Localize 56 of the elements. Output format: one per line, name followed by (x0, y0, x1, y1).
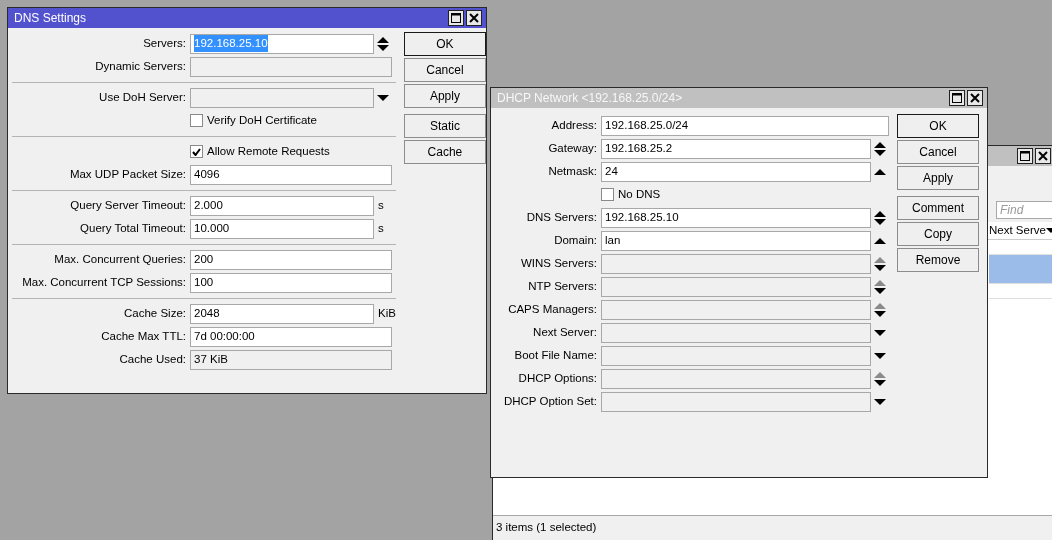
unit-label: s (377, 197, 384, 213)
field-label: Servers: (142, 35, 187, 51)
text-field[interactable]: 192.168.25.10 (601, 207, 871, 228)
dialog-button[interactable]: Copy (897, 222, 979, 246)
checkbox-label: Allow Remote Requests (207, 143, 330, 159)
dialog-button[interactable]: Apply (897, 166, 979, 190)
dialog-button[interactable]: Apply (403, 84, 486, 108)
search-field[interactable]: Find (996, 201, 1052, 219)
field-label: Max. Concurrent TCP Sessions: (21, 274, 187, 290)
field-label: Query Server Timeout: (69, 197, 187, 213)
checkbox-label: No DNS (618, 186, 661, 202)
dialog-button[interactable]: Cancel (403, 58, 486, 82)
field-label: WINS Servers: (519, 255, 598, 271)
text-field[interactable]: 4096 (190, 164, 392, 185)
field-label: Use DoH Server: (98, 89, 187, 105)
field-label: DHCP Options: (517, 370, 598, 386)
field-label: Next Server: (532, 324, 598, 340)
field-label: Query Total Timeout: (79, 220, 187, 236)
text-field[interactable]: 7d 00:00:00 (190, 326, 392, 347)
field-label: Boot File Name: (513, 347, 598, 363)
field-label: CAPS Managers: (507, 301, 598, 317)
field-label: DNS Servers: (525, 209, 598, 225)
text-field[interactable]: 200 (190, 249, 392, 270)
dialog-button[interactable]: OK (403, 32, 486, 56)
text-field[interactable]: 100 (190, 272, 392, 293)
window-title: DNS Settings (14, 11, 87, 25)
field-label: Netmask: (547, 163, 598, 179)
text-field[interactable]: 24 (601, 161, 871, 182)
checkbox-label: Verify DoH Certificate (207, 112, 317, 128)
text-field[interactable]: 192.168.25.0/24 (601, 115, 889, 136)
status-text: 3 items (1 selected) (496, 519, 597, 535)
text-field[interactable]: 192.168.25.2 (601, 138, 871, 159)
dialog-button[interactable]: Static (403, 114, 486, 138)
text-field[interactable]: 2048 (190, 303, 374, 324)
dialog-button[interactable]: OK (897, 114, 979, 138)
field-label: Max UDP Packet Size: (68, 166, 187, 182)
text-field[interactable]: 2.000 (190, 195, 374, 216)
unit-label: KiB (377, 305, 396, 321)
field-label: Cache Max TTL: (100, 328, 187, 344)
field-label: Dynamic Servers: (94, 58, 187, 74)
field-label: DHCP Option Set: (502, 393, 598, 409)
field-label: Cache Size: (123, 305, 187, 321)
dialog-button[interactable]: Comment (897, 196, 979, 220)
field-label: NTP Servers: (527, 278, 598, 294)
column-header[interactable]: Next Serve (989, 221, 1052, 240)
field-label: Cache Used: (118, 351, 187, 367)
unit-label: s (377, 220, 384, 236)
text-field[interactable]: lan (601, 230, 871, 251)
text-field[interactable]: 10.000 (190, 218, 374, 239)
field-label: Gateway: (547, 140, 598, 156)
dialog-button[interactable]: Cache (403, 140, 486, 164)
dialog-button[interactable]: Remove (897, 248, 979, 272)
dialog-button[interactable]: Cancel (897, 140, 979, 164)
field-label: Address: (550, 117, 598, 133)
field-label: Domain: (553, 232, 598, 248)
field-label: Max. Concurrent Queries: (53, 251, 187, 267)
